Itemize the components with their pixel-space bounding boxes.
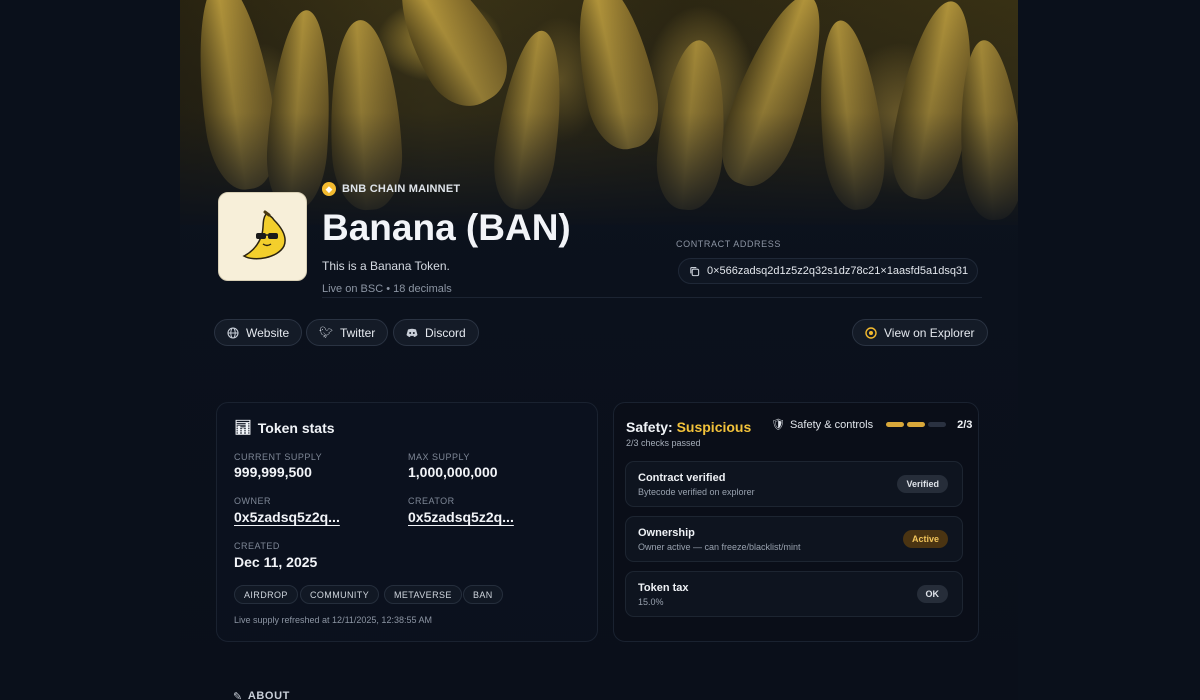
check-subtitle: 15.0% — [638, 597, 664, 607]
token-stats-title: Token stats — [257, 419, 335, 436]
tag-metaverse[interactable]: METAVERSE — [384, 585, 462, 604]
bar-chart-icon: 📊︎ — [234, 419, 252, 435]
token-meta: Live on BSC • 18 decimals — [322, 283, 452, 295]
check-token-tax: Token tax 15.0% OK — [625, 571, 963, 617]
globe-icon — [227, 326, 239, 339]
about-icon: ✎ — [233, 691, 243, 700]
check-subtitle: Owner active — can freeze/blacklist/mint — [638, 542, 801, 552]
contract-address-copy[interactable]: 0×566zadsq2d1z5z2q32s1dz78c21×1aasfd5a1d… — [678, 258, 978, 284]
supply-refresh-timestamp: Live supply refreshed at 12/11/2025, 12:… — [234, 615, 432, 625]
divider — [322, 297, 982, 298]
safety-progress-bar — [886, 422, 947, 427]
bnb-chain-icon: ◆ — [322, 182, 336, 196]
safety-controls-summary: 🛡︎ Safety & controls 2/3 — [771, 418, 973, 432]
twitter-bird-icon: 🐦︎ — [319, 327, 333, 339]
safety-heading: Safety: Suspicious — [626, 419, 751, 435]
checks-passed: 2/3 checks passed — [626, 438, 701, 448]
contract-address-value: 0×566zadsq2d1z5z2q32s1dz78c21×1aasfd5a1d… — [707, 265, 969, 277]
safety-progress-segment — [886, 422, 905, 427]
copy-icon[interactable] — [689, 266, 700, 277]
contract-address-label: CONTRACT ADDRESS — [676, 239, 781, 249]
banana-mascot-icon — [241, 210, 286, 259]
about-title: ABOUT — [247, 690, 290, 700]
tag-airdrop[interactable]: AIRDROP — [234, 585, 298, 604]
check-subtitle: Bytecode verified on explorer — [638, 487, 755, 497]
owner-address-link[interactable]: 0x5zadsq5z2q... — [234, 509, 340, 525]
check-contract-verified: Contract verified Bytecode verified on e… — [625, 461, 963, 507]
max-supply-value: 1,000,000,000 — [408, 464, 498, 480]
ok-badge: OK — [916, 585, 948, 603]
safety-controls-label: Safety & controls — [789, 418, 874, 431]
discord-button[interactable]: Discord — [393, 319, 479, 346]
view-on-explorer-button[interactable]: View on Explorer — [852, 319, 988, 346]
safety-label: Safety: — [626, 419, 673, 435]
active-badge: Active — [902, 530, 948, 548]
safety-ratio: 2/3 — [957, 418, 973, 431]
creator-address-link[interactable]: 0x5zadsq5z2q... — [408, 509, 514, 525]
owner-label: OWNER — [234, 496, 271, 506]
check-title: Token tax — [638, 582, 689, 594]
safety-progress-segment — [928, 422, 947, 427]
hero-banner-image — [180, 0, 1018, 225]
safety-progress-segment — [907, 422, 926, 427]
chain-badge: ◆ BNB CHAIN MAINNET — [322, 182, 460, 196]
tag-ban[interactable]: BAN — [463, 585, 503, 604]
max-supply-label: MAX SUPPLY — [408, 452, 470, 462]
verified-badge: Verified — [897, 475, 948, 493]
about-heading: ✎ ABOUT — [233, 690, 290, 700]
check-title: Contract verified — [638, 472, 726, 484]
chain-name: BNB CHAIN MAINNET — [342, 183, 461, 195]
check-title: Ownership — [638, 527, 695, 539]
current-supply-label: CURRENT SUPPLY — [234, 452, 323, 462]
website-label: Website — [246, 325, 290, 340]
token-logo — [218, 192, 307, 281]
explorer-icon — [865, 326, 877, 339]
website-button[interactable]: Website — [214, 319, 303, 346]
twitter-button[interactable]: 🐦︎ Twitter — [306, 319, 389, 346]
token-stats-card: 📊︎ Token stats CURRENT SUPPLY 999,999,50… — [216, 402, 598, 642]
safety-status: Suspicious — [676, 419, 752, 435]
creator-label: CREATOR — [408, 496, 455, 506]
discord-icon — [406, 328, 418, 337]
view-on-explorer-label: View on Explorer — [884, 325, 975, 340]
current-supply-value: 999,999,500 — [234, 464, 312, 480]
page-title: Banana (BAN) — [322, 207, 571, 248]
twitter-label: Twitter — [339, 325, 376, 340]
discord-label: Discord — [425, 325, 466, 340]
token-stats-heading: 📊︎ Token stats — [234, 419, 335, 436]
safety-card: Safety: Suspicious 2/3 checks passed 🛡︎ … — [613, 402, 979, 642]
token-description: This is a Banana Token. — [322, 259, 450, 273]
created-value: Dec 11, 2025 — [234, 554, 318, 570]
created-label: CREATED — [234, 541, 280, 551]
tag-community[interactable]: COMMUNITY — [300, 585, 380, 604]
check-ownership: Ownership Owner active — can freeze/blac… — [625, 516, 963, 562]
shield-icon: 🛡︎ — [771, 419, 785, 431]
